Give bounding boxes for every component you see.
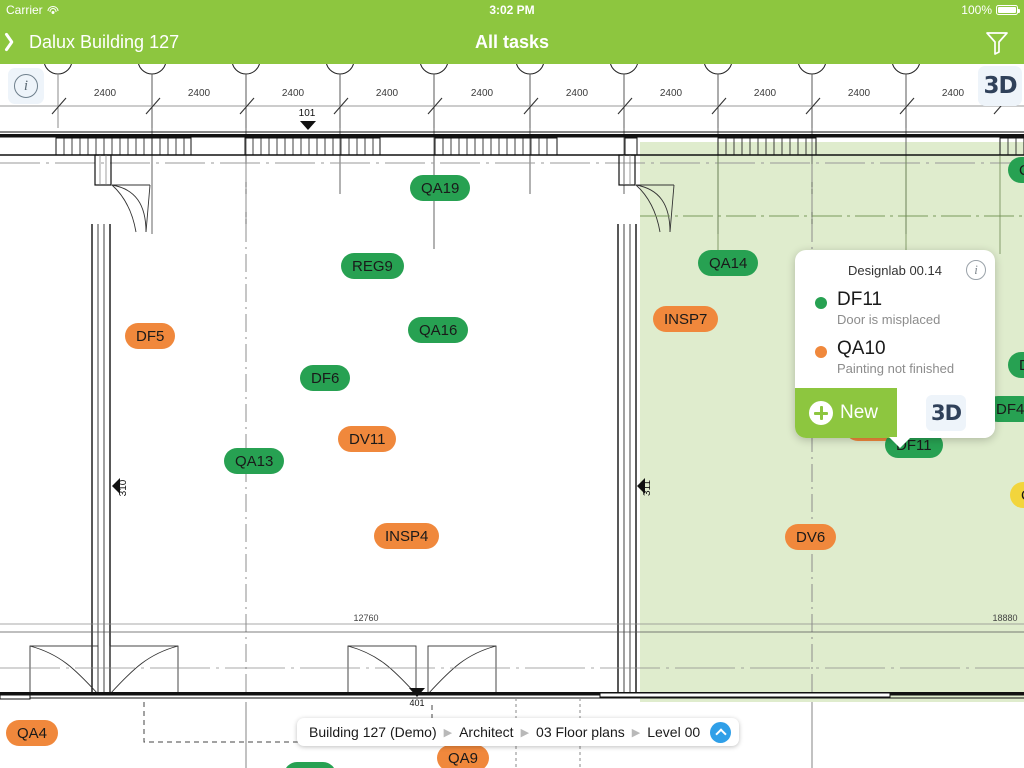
svg-text:2400: 2400 (188, 88, 211, 99)
plus-icon (809, 401, 833, 425)
new-task-label: New (840, 402, 879, 423)
chevron-up-circle-icon[interactable] (710, 721, 732, 743)
svg-text:2400: 2400 (471, 88, 494, 99)
svg-text:2400: 2400 (282, 88, 305, 99)
task-pin[interactable]: DV11 (338, 426, 397, 452)
status-bar-time: 3:02 PM (489, 3, 535, 17)
app-root: Carrier 3:02 PM 100% Dalux Building 127 … (0, 0, 1024, 768)
task-code: QA10 (837, 338, 886, 359)
task-popup-row[interactable]: QA10 Painting not finished (795, 335, 995, 384)
task-status-dot (815, 297, 827, 309)
breadcrumb-separator: ▶ (631, 726, 641, 739)
svg-text:2400: 2400 (754, 88, 777, 99)
task-popup-header: Designlab 00.14 i (795, 250, 995, 284)
breadcrumb-item-folder[interactable]: 03 Floor plans (536, 724, 625, 740)
svg-text:2400: 2400 (566, 88, 589, 99)
task-popup-list: DF11 Door is misplaced QA10 Painting not… (795, 284, 995, 388)
task-pin[interactable]: QA13 (224, 448, 285, 474)
task-popup-3d-wrap: 3D (897, 388, 995, 438)
task-pin[interactable]: DF5 (125, 323, 176, 349)
battery-percent-label: 100% (961, 3, 992, 17)
task-pin[interactable]: QA2 (284, 762, 337, 768)
breadcrumb-item-building[interactable]: Building 127 (Demo) (309, 724, 437, 740)
info-icon: i (14, 74, 38, 98)
status-bar: Carrier 3:02 PM 100% (0, 0, 1024, 20)
task-pin[interactable]: QA14 (698, 250, 759, 276)
task-description: Door is misplaced (837, 312, 941, 327)
task-pin[interactable]: QA16 (408, 317, 469, 343)
svg-text:311: 311 (642, 480, 653, 496)
task-pin[interactable]: DF6 (300, 365, 351, 391)
breadcrumb-separator: ▶ (443, 726, 453, 739)
breadcrumb: Building 127 (Demo) ▶ Architect ▶ 03 Flo… (297, 718, 740, 746)
svg-text:310: 310 (118, 479, 129, 496)
task-pin[interactable]: QA4 (6, 720, 59, 746)
filter-button[interactable] (984, 20, 1010, 64)
task-status-dot (815, 346, 827, 358)
battery-icon (996, 5, 1020, 15)
task-popup-title: Designlab 00.14 (848, 262, 942, 278)
task-pin[interactable]: DV6 (785, 524, 837, 550)
breadcrumb-item-level[interactable]: Level 00 (647, 724, 700, 740)
task-popup-info-icon[interactable]: i (966, 260, 986, 280)
breadcrumb-item-discipline[interactable]: Architect (459, 724, 513, 740)
svg-text:2400: 2400 (942, 88, 965, 99)
svg-text:2400: 2400 (94, 88, 117, 99)
info-button[interactable]: i (8, 68, 44, 104)
svg-text:2400: 2400 (660, 88, 683, 99)
task-pin[interactable]: INSP4 (374, 523, 440, 549)
task-code: DF11 (837, 289, 883, 310)
svg-text:12760: 12760 (353, 613, 378, 623)
task-popup-row[interactable]: DF11 Door is misplaced (795, 286, 995, 335)
task-pin[interactable]: INSP7 (653, 306, 719, 332)
popup-view-3d-button[interactable]: 3D (926, 395, 966, 431)
view-3d-button[interactable]: 3D (978, 66, 1022, 106)
status-bar-right: 100% (961, 0, 1020, 20)
svg-text:101: 101 (299, 108, 316, 119)
breadcrumb-separator: ▶ (520, 726, 530, 739)
task-pin[interactable]: REG9 (341, 253, 404, 279)
navigation-bar: Dalux Building 127 All tasks (0, 20, 1024, 64)
svg-text:2400: 2400 (376, 88, 399, 99)
filter-funnel-icon (986, 32, 1008, 55)
svg-text:2400: 2400 (848, 88, 871, 99)
page-title: All tasks (474, 32, 550, 52)
task-pin[interactable]: QA9 (437, 745, 490, 768)
task-popup-footer: New 3D (795, 388, 995, 438)
task-popup: Designlab 00.14 i DF11 Door is misplaced… (795, 250, 995, 448)
task-description: Painting not finished (837, 361, 955, 376)
svg-text:401: 401 (409, 698, 424, 708)
new-task-button[interactable]: New (795, 388, 897, 438)
task-pin[interactable]: QA19 (410, 175, 471, 201)
svg-text:18880: 18880 (992, 613, 1017, 623)
